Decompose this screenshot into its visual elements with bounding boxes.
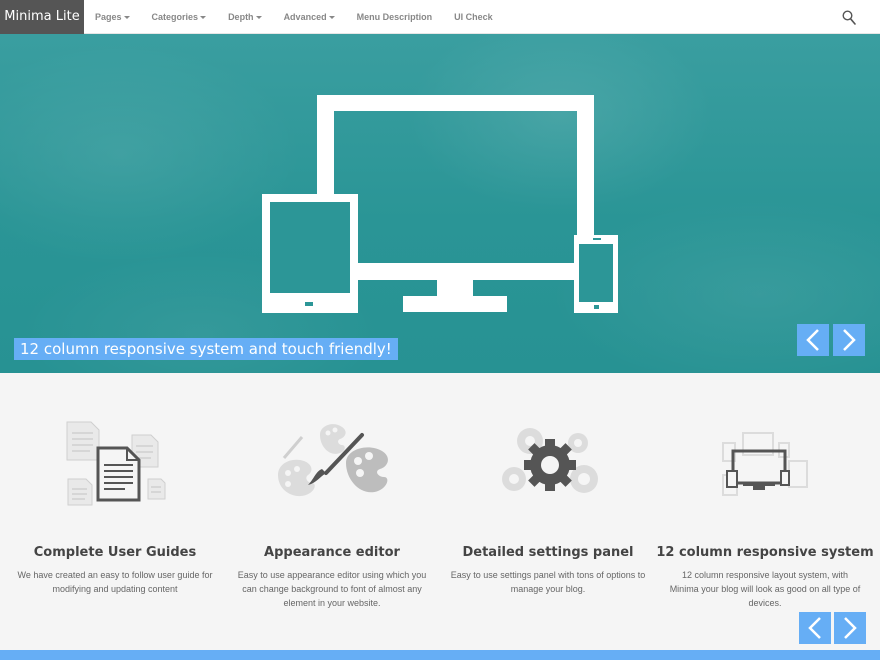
menu-item-label: Categories: [151, 12, 199, 22]
menu-item-depth[interactable]: Depth: [217, 0, 273, 34]
responsive-devices-icon: [722, 432, 808, 496]
caret-down-icon: [328, 16, 335, 20]
menu-item-label: Pages: [95, 12, 122, 22]
feature-title: Complete User Guides: [33, 545, 197, 560]
caret-down-icon: [200, 16, 207, 20]
features-prev-button[interactable]: [799, 612, 831, 644]
devices-illustration: [262, 95, 618, 313]
menu-item-pages[interactable]: Pages: [84, 0, 141, 34]
menu-item-categories[interactable]: Categories: [141, 0, 218, 34]
caret-down-icon: [123, 16, 130, 20]
gears-icon: [502, 428, 598, 493]
features-next-button[interactable]: [834, 612, 866, 644]
feature-description: 12 column responsive layout system, with…: [669, 570, 861, 608]
top-navbar: Minima Lite Pages Categories Depth Advan…: [0, 0, 880, 34]
main-menu: Pages Categories Depth Advanced Menu Des…: [84, 0, 504, 34]
feature-description: We have created an easy to follow user g…: [17, 570, 213, 594]
site-logo[interactable]: Minima Lite: [0, 0, 84, 34]
feature-description: Easy to use appearance editor using whic…: [237, 570, 427, 608]
menu-item-ui-check[interactable]: UI Check: [443, 0, 504, 34]
chevron-left-icon: [806, 329, 819, 351]
caret-down-icon: [255, 16, 262, 20]
chevron-right-icon: [844, 617, 857, 639]
feature-description: Easy to use settings panel with tons of …: [450, 570, 646, 594]
menu-item-label: Advanced: [283, 12, 327, 22]
documents-icon: [66, 421, 166, 506]
palette-brush-icon: [278, 424, 388, 497]
hero-slider: 12 column responsive system and touch fr…: [0, 34, 880, 373]
menu-item-advanced[interactable]: Advanced: [273, 0, 346, 34]
chevron-left-icon: [808, 617, 821, 639]
feature-title: Appearance editor: [264, 545, 400, 560]
feature-title: Detailed settings panel: [462, 545, 634, 560]
chevron-right-icon: [843, 329, 856, 351]
features-section: Complete User Guides We have created an …: [0, 373, 880, 650]
menu-item-label: Menu Description: [356, 12, 433, 22]
menu-item-label: Depth: [228, 12, 254, 22]
menu-item-label: UI Check: [454, 12, 493, 22]
footer-accent-bar: [0, 650, 880, 660]
search-icon[interactable]: [842, 10, 856, 26]
slider-prev-button[interactable]: [797, 324, 829, 356]
slider-next-button[interactable]: [833, 324, 865, 356]
feature-title: 12 column responsive system: [656, 545, 874, 560]
menu-item-menu-description[interactable]: Menu Description: [346, 0, 444, 34]
slide-caption: 12 column responsive system and touch fr…: [14, 338, 398, 360]
